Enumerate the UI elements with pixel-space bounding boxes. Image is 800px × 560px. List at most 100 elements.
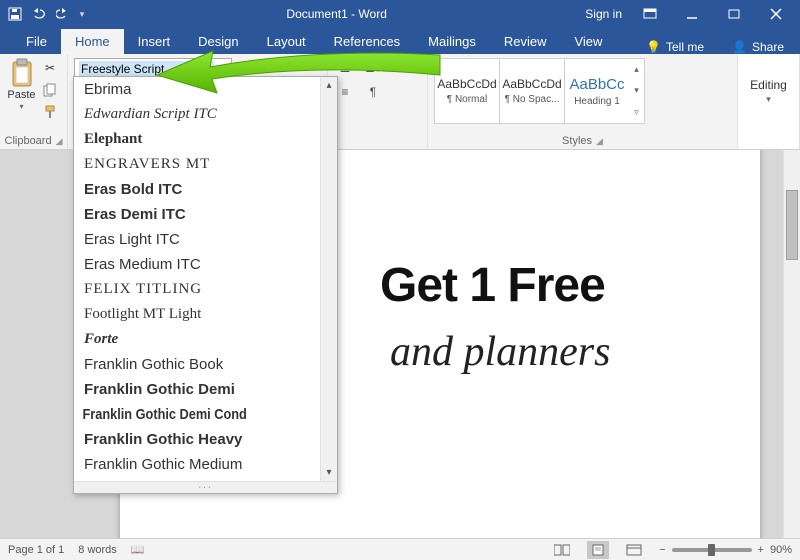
style-name: ¶ No Spac...	[505, 94, 560, 105]
web-layout-button[interactable]	[623, 541, 645, 559]
read-mode-button[interactable]	[551, 541, 573, 559]
style-preview: AaBbCcDd	[437, 77, 496, 91]
clipboard-launcher[interactable]: ◢	[56, 136, 63, 147]
font-option[interactable]: Ebrima	[74, 77, 337, 102]
print-layout-button[interactable]	[587, 541, 609, 559]
styles-launcher[interactable]: ◢	[596, 136, 603, 147]
scroll-down-button[interactable]: ▾	[321, 464, 337, 481]
paste-button[interactable]: Paste ▾	[6, 58, 37, 124]
styles-group-label: Styles	[562, 135, 592, 147]
window-controls	[630, 0, 796, 28]
ribbon-display-button[interactable]	[630, 0, 670, 28]
qat-customize-button[interactable]: ▾	[76, 3, 88, 25]
tab-insert[interactable]: Insert	[124, 29, 185, 54]
styles-scroll-up[interactable]: ▴	[629, 59, 644, 80]
tab-review[interactable]: Review	[490, 29, 561, 54]
zoom-in-button[interactable]: +	[758, 544, 764, 556]
zoom-control: − + 90%	[659, 544, 792, 556]
bullets-button[interactable]: ☰	[334, 58, 356, 78]
line-spacing-button[interactable]: ≣▾	[362, 58, 384, 78]
font-dropdown-list: EbrimaEdwardian Script ITCElephantENGRAV…	[73, 76, 338, 494]
paintbrush-icon	[43, 105, 57, 119]
styles-more-button[interactable]: ▴▾▿	[629, 58, 645, 124]
status-bar: Page 1 of 1 8 words 📖 − + 90%	[0, 538, 800, 560]
document-text-heading: Get 1 Free	[380, 258, 605, 313]
zoom-slider[interactable]	[672, 548, 752, 552]
font-option[interactable]: Footlight MT Light	[74, 302, 337, 327]
style-tile[interactable]: AaBbCcDd ¶ Normal	[434, 58, 500, 124]
word-count[interactable]: 8 words	[78, 544, 117, 556]
format-painter-button[interactable]	[39, 102, 61, 122]
chevron-down-icon: ▾	[766, 94, 771, 105]
font-list-scrollbar[interactable]: ▴ ▾	[320, 77, 337, 481]
font-option[interactable]: Franklin Gothic Medium Cond	[74, 477, 298, 481]
tab-home[interactable]: Home	[61, 29, 124, 54]
font-option[interactable]: FELIX TITLING	[74, 277, 337, 302]
tell-me-search[interactable]: 💡 Tell me	[634, 40, 716, 54]
group-editing: Editing ▾	[738, 54, 800, 149]
save-button[interactable]	[4, 3, 26, 25]
tab-references[interactable]: References	[320, 29, 414, 54]
maximize-button[interactable]	[714, 0, 754, 28]
scissors-icon: ✂	[45, 61, 55, 75]
quick-access-toolbar: ▾	[4, 3, 88, 25]
minimize-button[interactable]	[672, 0, 712, 28]
zoom-slider-knob[interactable]	[708, 544, 715, 556]
page-indicator[interactable]: Page 1 of 1	[8, 544, 64, 556]
sign-in-link[interactable]: Sign in	[585, 7, 622, 21]
tab-file[interactable]: File	[12, 29, 61, 54]
zoom-percent[interactable]: 90%	[770, 544, 792, 556]
font-option[interactable]: Edwardian Script ITC	[74, 102, 337, 127]
editing-dropdown[interactable]: Editing ▾	[744, 58, 793, 124]
style-preview: AaBbCc	[569, 76, 624, 93]
tab-layout[interactable]: Layout	[253, 29, 320, 54]
font-option[interactable]: Eras Bold ITC	[74, 177, 337, 202]
undo-button[interactable]	[28, 3, 50, 25]
copy-button[interactable]	[39, 80, 61, 100]
styles-expand[interactable]: ▿	[629, 102, 644, 123]
font-option[interactable]: Elephant	[74, 127, 337, 152]
font-option[interactable]: Franklin Gothic Demi Cond	[74, 402, 298, 427]
font-option[interactable]: ENGRAVERS MT	[74, 152, 337, 177]
style-tile[interactable]: AaBbCc Heading 1	[564, 58, 630, 124]
redo-button[interactable]	[52, 3, 74, 25]
show-marks-button[interactable]: ¶	[362, 82, 384, 102]
vscrollbar-thumb[interactable]	[786, 190, 798, 260]
document-vscrollbar[interactable]	[783, 150, 800, 538]
font-option[interactable]: Eras Demi ITC	[74, 202, 337, 227]
font-option[interactable]: Eras Medium ITC	[74, 252, 337, 277]
document-text-script: and planners	[390, 328, 611, 376]
tab-mailings[interactable]: Mailings	[414, 29, 490, 54]
styles-scroll-down[interactable]: ▾	[629, 80, 644, 101]
tab-view[interactable]: View	[560, 29, 616, 54]
tell-me-label: Tell me	[666, 40, 704, 54]
style-name: Heading 1	[574, 96, 620, 107]
font-option[interactable]: Franklin Gothic Medium	[74, 452, 337, 477]
font-name-input[interactable]	[79, 61, 214, 77]
font-option[interactable]: Franklin Gothic Heavy	[74, 427, 337, 452]
cut-button[interactable]: ✂	[39, 58, 61, 78]
style-tile[interactable]: AaBbCcDd ¶ No Spac...	[499, 58, 565, 124]
font-option[interactable]: Eras Light ITC	[74, 227, 337, 252]
share-button[interactable]: 👤 Share	[716, 40, 800, 54]
scroll-up-button[interactable]: ▴	[321, 77, 337, 94]
group-paragraph: ☰ ≣▾ ≡ ¶	[328, 54, 428, 149]
window-title: Document1 - Word	[88, 7, 585, 21]
tab-design[interactable]: Design	[184, 29, 252, 54]
close-button[interactable]	[756, 0, 796, 28]
font-option[interactable]: Franklin Gothic Book	[74, 352, 337, 377]
clipboard-icon	[9, 58, 35, 88]
font-dropdown-button[interactable]: ▾	[214, 62, 227, 76]
zoom-out-button[interactable]: −	[659, 544, 665, 556]
ribbon: Paste ▾ ✂ Clipboard◢ ▾ EbrimaEdwardian S…	[0, 54, 800, 150]
font-option[interactable]: Franklin Gothic Demi	[74, 377, 337, 402]
style-name: ¶ Normal	[447, 94, 487, 105]
copy-icon	[43, 83, 57, 97]
group-styles: AaBbCcDd¶ NormalAaBbCcDd¶ No Spac...AaBb…	[428, 54, 738, 149]
font-list-resize-handle[interactable]: ∙∙∙	[74, 481, 337, 493]
lightbulb-icon: 💡	[646, 40, 661, 54]
font-option[interactable]: Forte	[74, 327, 337, 352]
ribbon-tabs: File Home Insert Design Layout Reference…	[0, 28, 800, 54]
style-preview: AaBbCcDd	[502, 77, 561, 91]
proofing-icon[interactable]: 📖	[131, 543, 145, 556]
